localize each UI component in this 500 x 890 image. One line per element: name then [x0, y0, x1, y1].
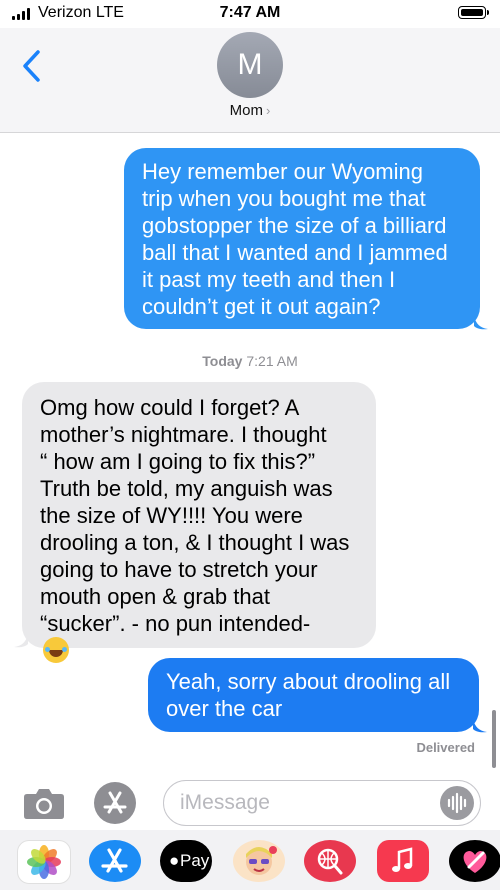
app-store-button[interactable] [94, 782, 136, 824]
battery-icon [458, 6, 489, 19]
app-store-app-icon[interactable] [89, 840, 141, 882]
message-input[interactable]: iMessage [163, 780, 481, 826]
timestamp: Today 7:21 AM [0, 353, 500, 369]
sent-message-bubble[interactable]: Hey remember our Wyoming trip when you b… [124, 148, 480, 329]
memoji-app-icon[interactable] [233, 840, 285, 882]
camera-icon[interactable] [23, 786, 65, 820]
bubble-tail [474, 316, 488, 330]
compose-bar: iMessage [0, 768, 500, 836]
delivered-status: Delivered [416, 740, 475, 755]
message-line-text: “sucker”. - no pun intended- [40, 611, 311, 636]
message-line: the size of WY!!!! You were [40, 503, 303, 528]
apple-pay-label: Pay [180, 851, 210, 870]
conversation-header: M Mom › [0, 28, 500, 133]
message-line: drooling a ton, & I thought I was [40, 530, 350, 555]
contact-avatar[interactable]: M [217, 32, 283, 98]
app-store-icon [103, 791, 127, 814]
laughing-emoji-icon [43, 637, 69, 663]
timestamp-time: 7:21 AM [246, 353, 298, 369]
scrollbar[interactable] [492, 710, 496, 768]
message-line: gobstopper the size of a billiard [142, 213, 447, 238]
music-app-icon[interactable] [377, 840, 429, 882]
message-line: “ how am I going to fix this?” [40, 449, 316, 474]
app-store-icon [101, 848, 128, 873]
timestamp-day: Today [202, 353, 243, 369]
message-line: couldn’t get it out again? [142, 294, 381, 319]
photos-icon [27, 845, 61, 879]
contact-name: Mom [229, 102, 263, 119]
music-note-icon [392, 847, 413, 872]
message-line: over the car [166, 696, 283, 721]
message-line: Hey remember our Wyoming [142, 159, 423, 184]
message-input-placeholder: iMessage [180, 791, 270, 814]
message-line: mother’s nightmare. I thought [40, 422, 327, 447]
digital-touch-app-icon[interactable] [449, 840, 500, 882]
apple-logo-icon: ● [169, 851, 180, 870]
message-line: “sucker”. - no pun intended- [40, 610, 358, 663]
photos-app-icon[interactable] [17, 840, 71, 884]
sent-message-bubble[interactable]: Yeah, sorry about drooling all over the … [148, 658, 479, 732]
received-message-bubble[interactable]: Omg how could I forget? A mother’s night… [22, 382, 376, 663]
image-search-app-icon[interactable] [304, 840, 356, 882]
message-line: trip when you bought me that [142, 186, 426, 211]
bubble-tail [473, 719, 487, 733]
contact-name-button[interactable]: Mom › [0, 102, 500, 119]
bubble-tail [14, 634, 28, 648]
message-line: Yeah, sorry about drooling all [166, 669, 451, 694]
app-drawer: ● Pay [0, 830, 500, 890]
globe-search-icon [317, 848, 343, 875]
message-line: Omg how could I forget? A [40, 395, 300, 420]
apple-pay-app-icon[interactable]: ● Pay [160, 840, 212, 882]
clock: 7:47 AM [219, 4, 281, 21]
audio-message-button[interactable] [440, 786, 474, 820]
message-line: going to have to stretch your [40, 557, 318, 582]
memoji-icon [246, 846, 277, 875]
chevron-right-icon: › [266, 103, 271, 118]
heart-icon [463, 851, 487, 873]
status-bar: Verizon LTE 7:47 AM [0, 0, 500, 28]
message-line: it past my teeth and then I [142, 267, 396, 292]
message-line: ball that I wanted and I jammed [142, 240, 448, 265]
waveform-icon [447, 792, 467, 814]
message-line: mouth open & grab that [40, 584, 270, 609]
back-chevron-icon[interactable] [18, 48, 46, 84]
message-line: Truth be told, my anguish was [40, 476, 333, 501]
